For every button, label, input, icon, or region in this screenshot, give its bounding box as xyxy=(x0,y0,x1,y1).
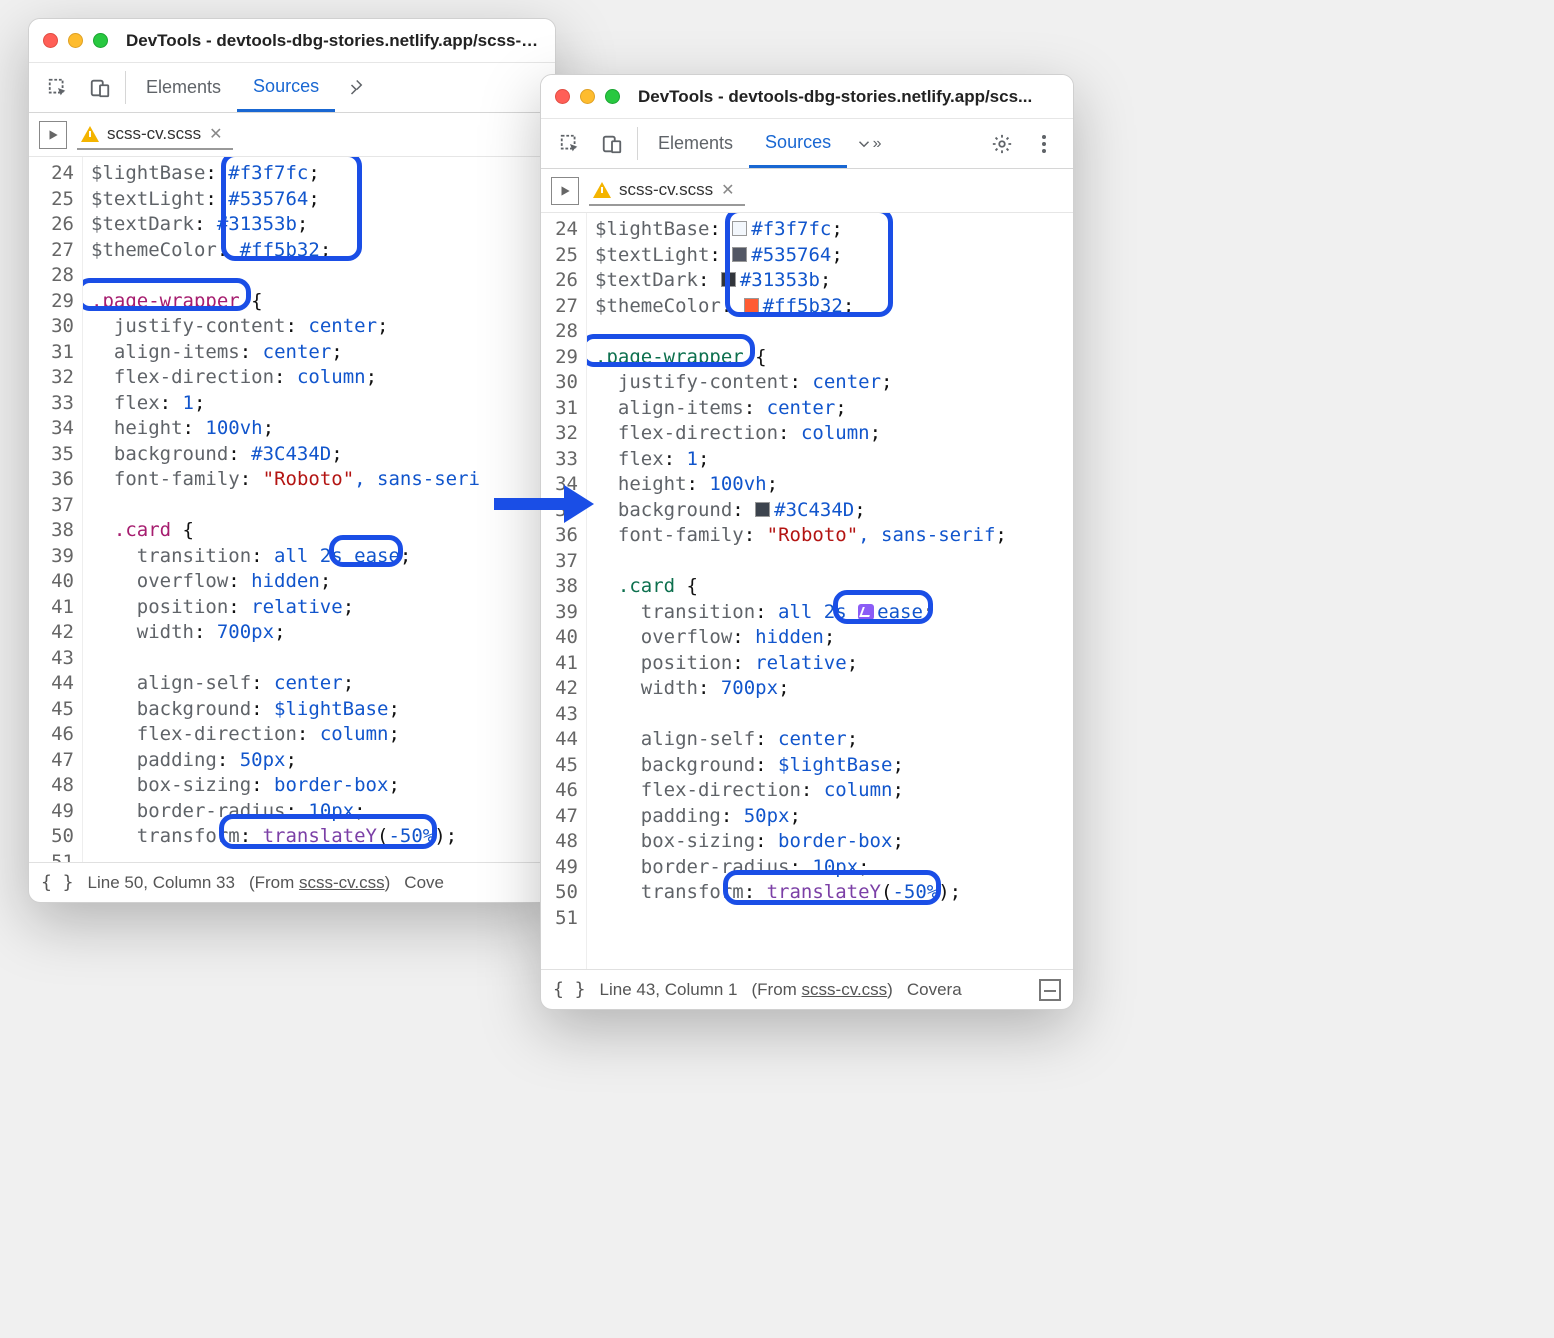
code-editor[interactable]: 24 25 26 27 28 29 30 31 32 33 34 35 36 3… xyxy=(541,213,1073,969)
traffic-lights xyxy=(555,89,620,104)
coverage-label: Cove xyxy=(404,873,444,893)
file-name: scss-cv.scss xyxy=(619,180,713,200)
devtools-window-left: DevTools - devtools-dbg-stories.netlify.… xyxy=(28,18,556,903)
settings-icon[interactable] xyxy=(981,119,1023,168)
file-tab[interactable]: scss-cv.scss ✕ xyxy=(77,120,233,150)
kebab-menu-icon[interactable] xyxy=(1023,119,1065,168)
file-tab-bar: scss-cv.scss ✕ xyxy=(541,169,1073,213)
file-name: scss-cv.scss xyxy=(107,124,201,144)
cursor-position: Line 50, Column 33 xyxy=(88,873,235,893)
format-icon[interactable]: { } xyxy=(41,872,74,893)
window-title: DevTools - devtools-dbg-stories.netlify.… xyxy=(638,87,1059,107)
format-icon[interactable]: { } xyxy=(553,979,586,1000)
tab-sources[interactable]: Sources xyxy=(749,119,847,168)
sourcemap-link[interactable]: scss-cv.css xyxy=(802,980,888,999)
sourcemap-info: (From scss-cv.css) xyxy=(752,980,893,1000)
maximize-icon[interactable] xyxy=(605,89,620,104)
warning-icon xyxy=(593,182,611,198)
titlebar: DevTools - devtools-dbg-stories.netlify.… xyxy=(541,75,1073,119)
window-title: DevTools - devtools-dbg-stories.netlify.… xyxy=(126,31,541,51)
close-icon[interactable] xyxy=(555,89,570,104)
minimize-icon[interactable] xyxy=(68,33,83,48)
tab-elements[interactable]: Elements xyxy=(642,119,749,168)
bezier-icon[interactable] xyxy=(858,604,874,620)
file-tab[interactable]: scss-cv.scss ✕ xyxy=(589,176,745,206)
maximize-icon[interactable] xyxy=(93,33,108,48)
line-gutter: 24 25 26 27 28 29 30 31 32 33 34 35 36 3… xyxy=(29,157,83,862)
code-content: $lightBase: #f3f7fc; $textLight: #535764… xyxy=(587,213,1073,969)
tab-elements[interactable]: Elements xyxy=(130,63,237,112)
drawer-toggle-icon[interactable] xyxy=(1039,979,1061,1001)
inspect-icon[interactable] xyxy=(549,119,591,168)
close-icon[interactable] xyxy=(43,33,58,48)
close-tab-icon[interactable]: ✕ xyxy=(721,180,734,200)
code-editor[interactable]: 24 25 26 27 28 29 30 31 32 33 34 35 36 3… xyxy=(29,157,555,862)
navigator-toggle-icon[interactable] xyxy=(551,177,579,205)
titlebar: DevTools - devtools-dbg-stories.netlify.… xyxy=(29,19,555,63)
devtools-window-right: DevTools - devtools-dbg-stories.netlify.… xyxy=(540,74,1074,1010)
device-toggle-icon[interactable] xyxy=(79,63,121,112)
inspect-icon[interactable] xyxy=(37,63,79,112)
navigator-toggle-icon[interactable] xyxy=(39,121,67,149)
line-gutter: 24 25 26 27 28 29 30 31 32 33 34 35 36 3… xyxy=(541,213,587,969)
code-content: $lightBase: #f3f7fc; $textLight: #535764… xyxy=(83,157,555,862)
close-tab-icon[interactable]: ✕ xyxy=(209,124,222,144)
main-toolbar: Elements Sources xyxy=(29,63,555,113)
cursor-position: Line 43, Column 1 xyxy=(600,980,738,1000)
sourcemap-info: (From scss-cv.css) xyxy=(249,873,390,893)
traffic-lights xyxy=(43,33,108,48)
sourcemap-link[interactable]: scss-cv.css xyxy=(299,873,385,892)
main-toolbar: Elements Sources » xyxy=(541,119,1073,169)
status-bar: { } Line 50, Column 33 (From scss-cv.css… xyxy=(29,862,555,902)
status-bar: { } Line 43, Column 1 (From scss-cv.css)… xyxy=(541,969,1073,1009)
warning-icon xyxy=(81,126,99,142)
minimize-icon[interactable] xyxy=(580,89,595,104)
file-tab-bar: scss-cv.scss ✕ xyxy=(29,113,555,157)
tab-sources[interactable]: Sources xyxy=(237,63,335,112)
device-toggle-icon[interactable] xyxy=(591,119,633,168)
more-tabs-icon[interactable]: » xyxy=(847,119,889,168)
more-tabs-icon[interactable] xyxy=(335,63,377,112)
coverage-label: Covera xyxy=(907,980,962,1000)
